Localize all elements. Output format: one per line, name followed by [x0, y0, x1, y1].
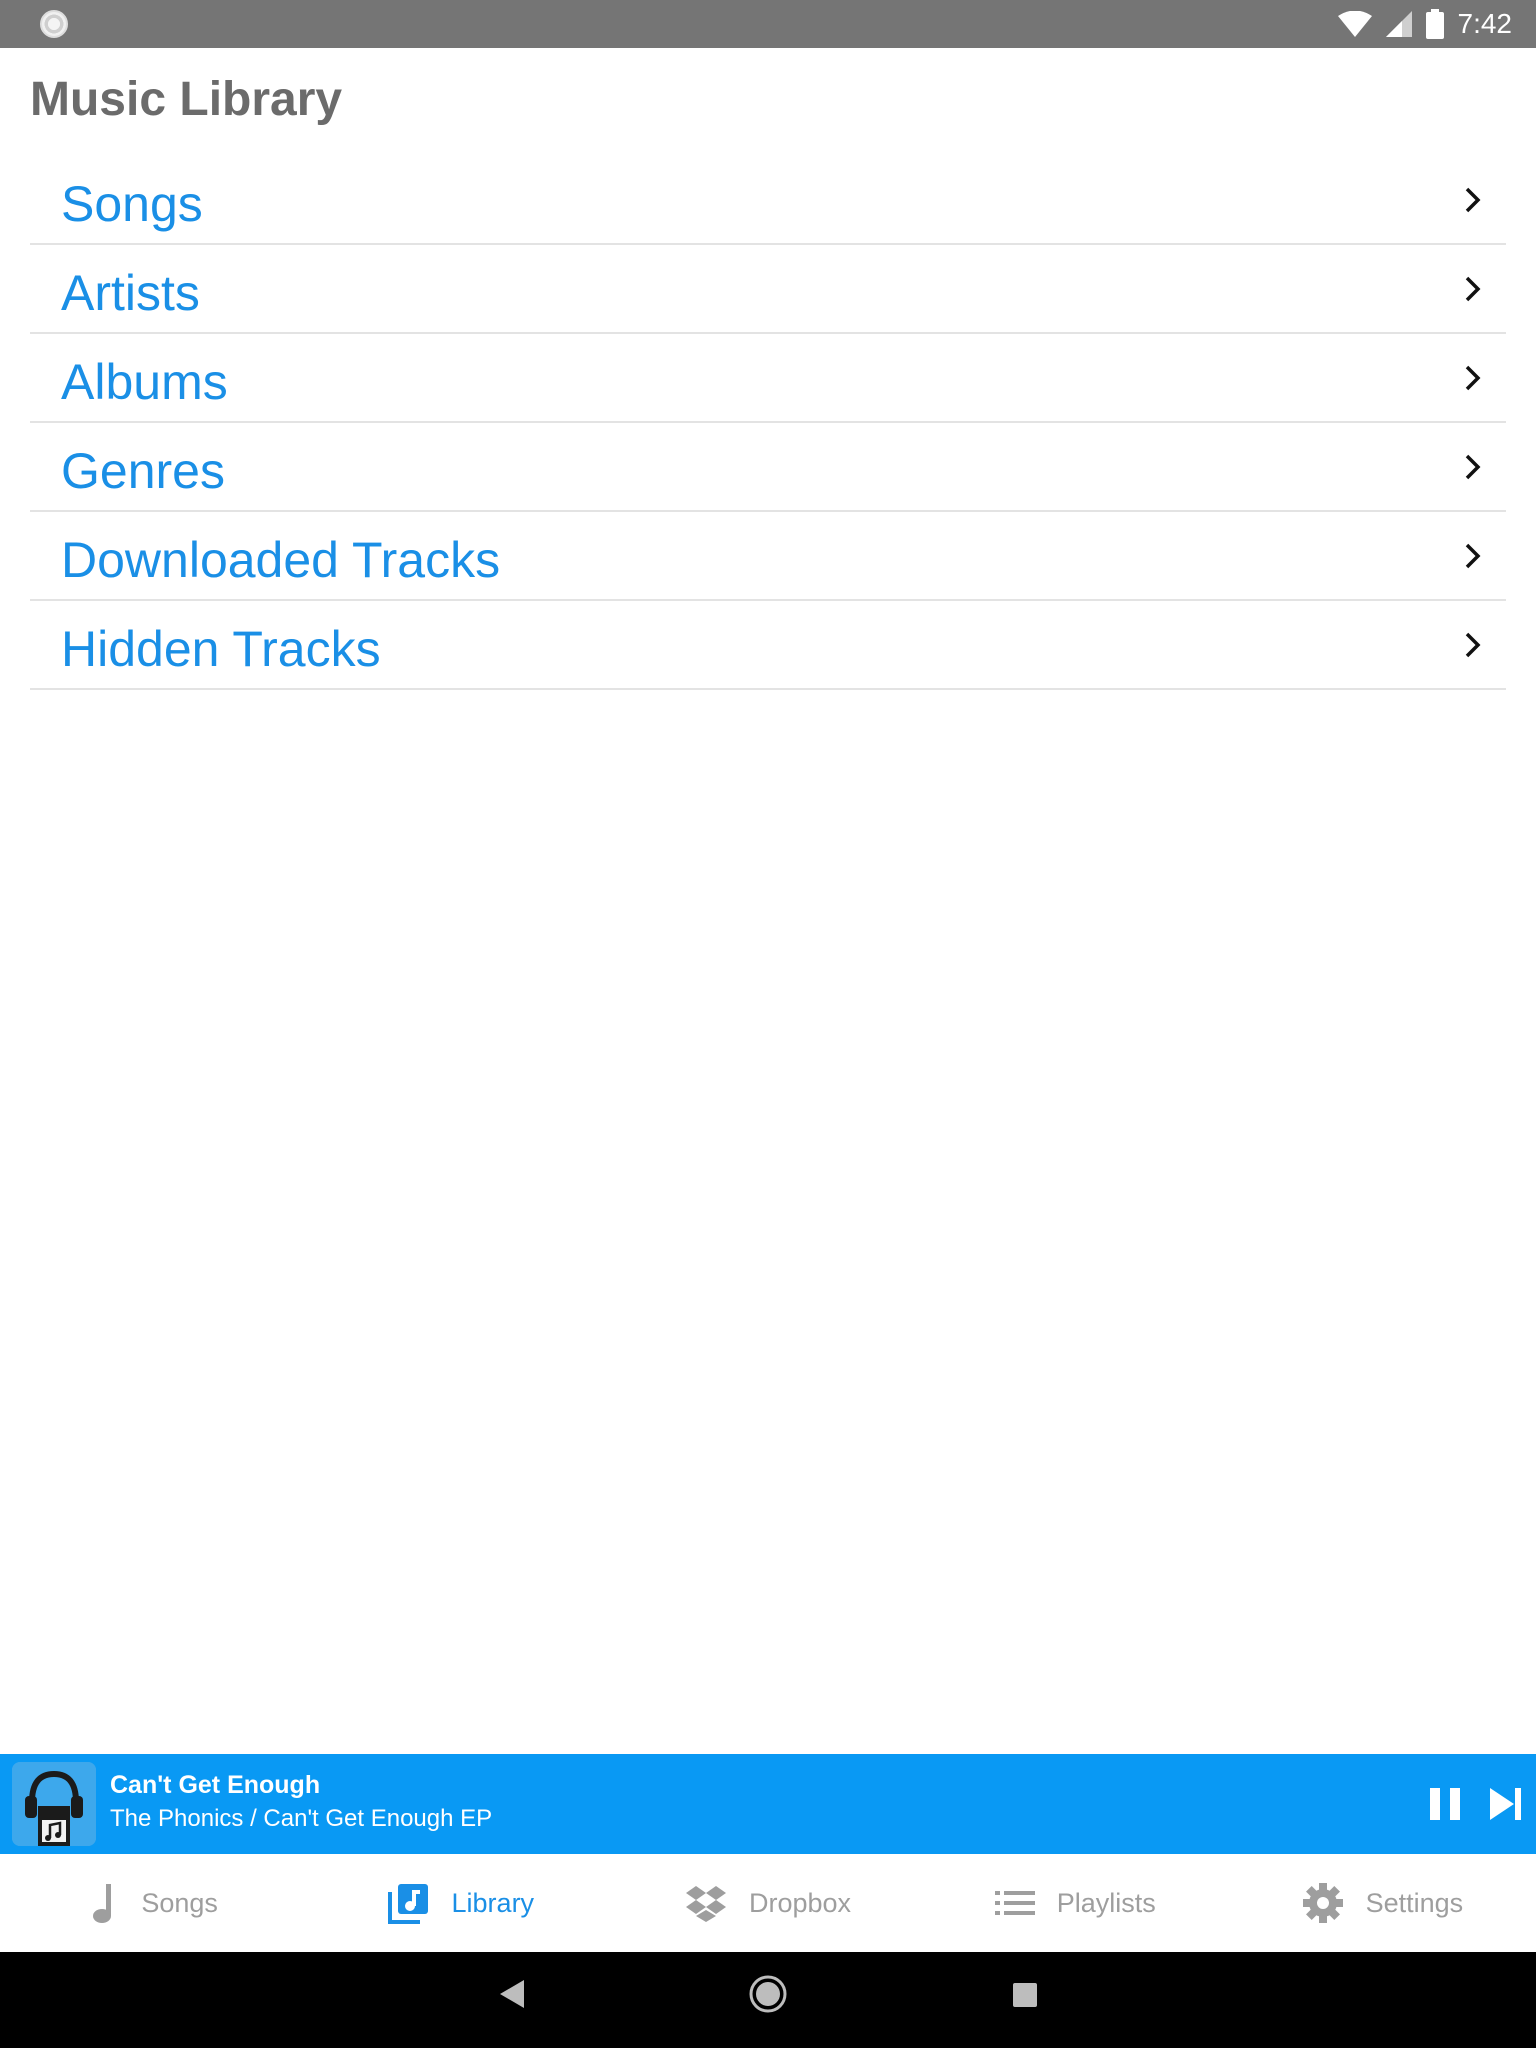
list-item-genres[interactable]: Genres	[30, 423, 1506, 512]
tab-playlists[interactable]: Playlists	[922, 1854, 1229, 1952]
tab-label: Settings	[1365, 1887, 1464, 1918]
system-nav-bar	[0, 1952, 1536, 2048]
tab-bar: Songs Library Dropbox Playlists Settings	[0, 1854, 1536, 1952]
list-item-label: Albums	[61, 353, 228, 410]
chevron-right-icon	[1465, 276, 1481, 301]
list-item-artists[interactable]: Artists	[30, 245, 1506, 334]
tab-songs[interactable]: Songs	[0, 1854, 307, 1952]
list-item-label: Hidden Tracks	[61, 620, 381, 677]
list-item-albums[interactable]: Albums	[30, 334, 1506, 423]
chevron-right-icon	[1465, 454, 1481, 479]
track-info: Can't Get Enough The Phonics / Can't Get…	[110, 1768, 492, 1836]
chevron-right-icon	[1465, 365, 1481, 390]
list-item-hidden-tracks[interactable]: Hidden Tracks	[30, 601, 1506, 690]
tab-label: Dropbox	[748, 1887, 852, 1918]
chevron-right-icon	[1465, 543, 1481, 568]
list-item-songs[interactable]: Songs	[30, 156, 1506, 245]
battery-icon	[1425, 9, 1444, 39]
list-item-label: Genres	[61, 442, 225, 499]
track-title: Can't Get Enough	[110, 1771, 321, 1799]
headphones-album-icon	[12, 1762, 96, 1846]
list-icon	[994, 1891, 1035, 1915]
page-title: Music Library	[30, 73, 343, 126]
tab-label: Library	[451, 1887, 535, 1918]
album-art	[12, 1762, 96, 1846]
signal-icon	[1385, 11, 1412, 37]
chevron-right-icon	[1465, 632, 1481, 657]
skip-next-button[interactable]	[1488, 1784, 1524, 1824]
status-time: 7:42	[1457, 8, 1513, 39]
tab-dropbox[interactable]: Dropbox	[614, 1854, 921, 1952]
list-item-label: Songs	[61, 175, 203, 232]
tab-library[interactable]: Library	[307, 1854, 614, 1952]
list-item-downloaded-tracks[interactable]: Downloaded Tracks	[30, 512, 1506, 601]
dropbox-icon	[685, 1886, 726, 1922]
notification-icon	[40, 10, 68, 38]
list-item-label: Downloaded Tracks	[61, 531, 501, 588]
wifi-icon	[1337, 11, 1372, 37]
chevron-right-icon	[1465, 187, 1481, 212]
screen: 7:42 Music Library Songs Artists Albums …	[0, 0, 1536, 2048]
tab-label: Playlists	[1056, 1887, 1156, 1918]
list-item-label: Artists	[61, 264, 200, 321]
gear-icon	[1302, 1883, 1343, 1923]
library-icon	[387, 1884, 428, 1924]
status-bar: 7:42	[0, 0, 1536, 48]
pause-button[interactable]	[1428, 1784, 1462, 1824]
back-button[interactable]	[498, 1978, 526, 2010]
now-playing-bar[interactable]: Can't Get Enough The Phonics / Can't Get…	[0, 1754, 1536, 1854]
home-button[interactable]	[748, 1974, 788, 2014]
recents-button[interactable]	[1012, 1982, 1038, 2008]
music-note-icon	[93, 1884, 112, 1923]
tab-settings[interactable]: Settings	[1229, 1854, 1536, 1952]
tab-label: Songs	[141, 1887, 218, 1918]
track-subtitle: The Phonics / Can't Get Enough EP	[110, 1805, 493, 1832]
library-list: Songs Artists Albums Genres Downloaded T…	[30, 156, 1506, 690]
